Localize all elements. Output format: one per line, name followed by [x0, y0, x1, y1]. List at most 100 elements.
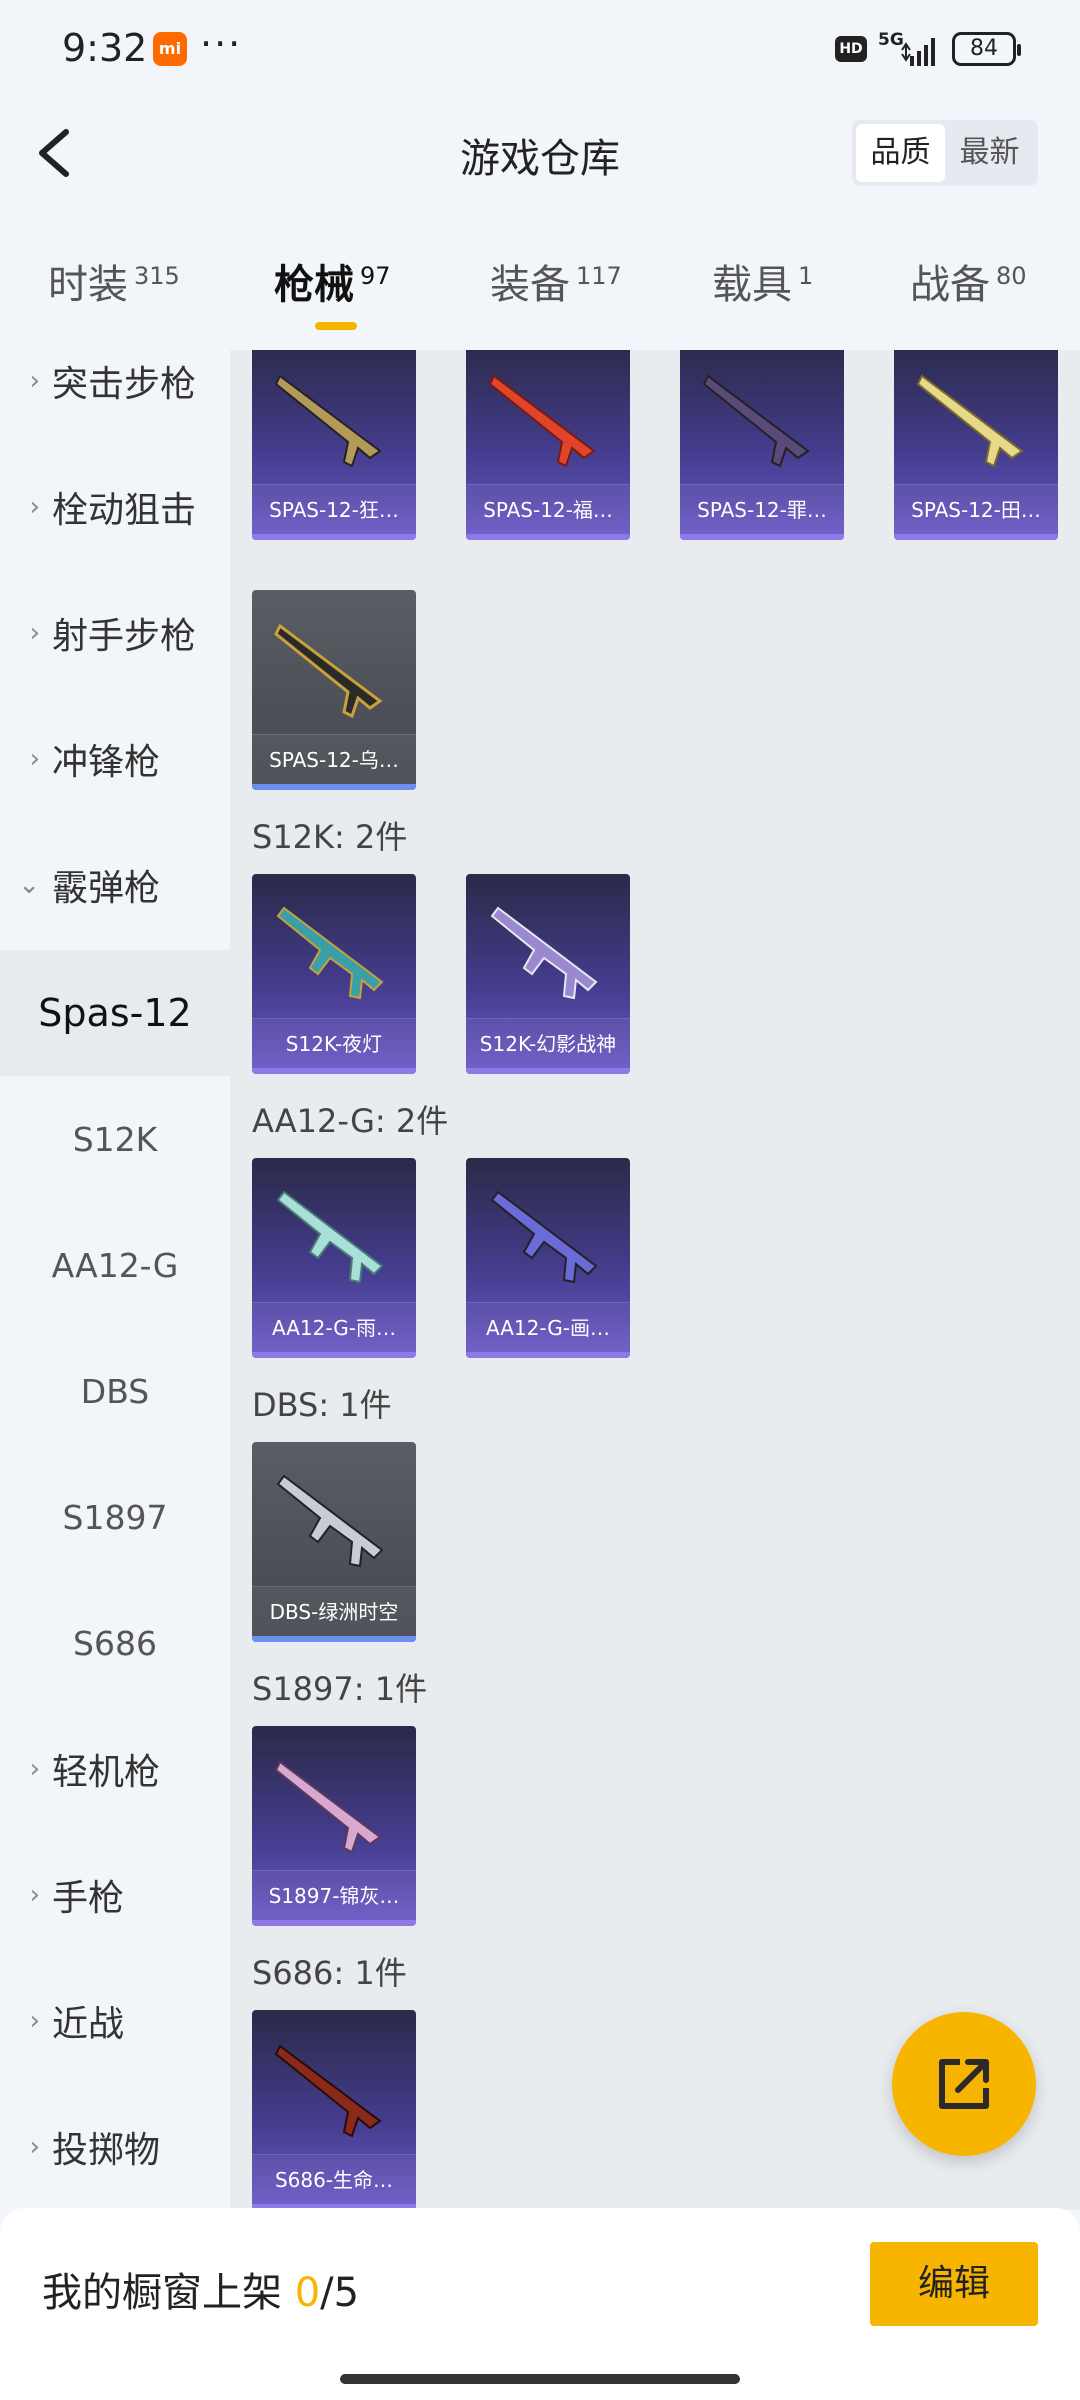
showcase-count-label: 我的橱窗上架 0/5	[42, 2260, 359, 2318]
sidebar-item-assault-rifle[interactable]: › 突击步枪	[0, 350, 230, 444]
sidebar-item-throwables[interactable]: › 投掷物	[0, 2084, 230, 2210]
chevron-right-icon: ›	[29, 1754, 40, 1784]
showcase-label-text: 我的橱窗上架	[42, 2270, 295, 2316]
sort-latest-option[interactable]: 最新	[945, 124, 1034, 182]
chevron-right-icon: ›	[29, 1880, 40, 1910]
sidebar-item-label: 霰弹枪	[52, 868, 161, 909]
group-label-s686: S686: 1件	[252, 1954, 407, 1992]
signal-icon	[901, 38, 935, 66]
weapon-type-sidebar: › 突击步枪 › 栓动狙击 › 射手步枪 › 冲锋枪 ⌄ 霰弹枪 Spas-12 S12K…	[0, 350, 230, 2210]
sidebar-item-bolt-sniper[interactable]: › 栓动狙击	[0, 444, 230, 570]
skin-name: SPAS-12-田…	[894, 484, 1058, 534]
tab-vehicles[interactable]: 载具 1	[712, 252, 813, 332]
showcase-bottom-bar: 我的橱窗上架 0/5 编辑	[0, 2208, 1080, 2400]
showcase-current-count: 0	[294, 2270, 321, 2316]
hd-icon: HD	[835, 36, 867, 62]
group-label-aa12-g: AA12-G: 2件	[252, 1102, 449, 1140]
tab-combat-supplies[interactable]: 战备 80	[910, 252, 1027, 332]
rarity-bar	[466, 534, 630, 540]
rarity-bar	[894, 534, 1058, 540]
rarity-bar	[252, 1068, 416, 1074]
sidebar-item-label: 轻机枪	[52, 1752, 161, 1793]
sidebar-item-s12k[interactable]: S12K	[0, 1076, 230, 1202]
skin-name: S12K-夜灯	[252, 1018, 416, 1068]
shotgun-icon	[916, 374, 1024, 468]
share-external-icon	[939, 2059, 989, 2109]
status-bar: 9:32 mi ··· HD 5G 84	[0, 0, 1080, 96]
sidebar-item-smg[interactable]: › 冲锋枪	[0, 696, 230, 822]
sidebar-item-s1897[interactable]: S1897	[0, 1454, 230, 1580]
shotgun-icon	[274, 623, 383, 719]
tab-firearms[interactable]: 枪械 97	[274, 252, 391, 332]
tab-fashion[interactable]: 时装 315	[48, 252, 180, 332]
rifle-icon	[490, 906, 598, 1000]
rarity-bar	[252, 1636, 416, 1642]
tab-label: 装备	[490, 262, 570, 308]
rarity-bar	[252, 784, 416, 790]
shotgun-icon	[274, 2044, 382, 2138]
skin-card[interactable]: AA12-G-雨…	[252, 1158, 416, 1358]
more-notifications-icon: ···	[200, 22, 243, 66]
rifle-icon	[276, 1474, 384, 1568]
skin-card[interactable]: S686-生命…	[252, 2010, 416, 2210]
chevron-right-icon: ›	[29, 2132, 40, 2162]
skin-card[interactable]: SPAS-12-狂…	[252, 350, 416, 540]
rifle-icon	[276, 1190, 384, 1284]
tab-label: 战备	[910, 262, 990, 308]
tab-count: 117	[576, 261, 622, 290]
sidebar-item-s686[interactable]: S686	[0, 1580, 230, 1706]
skin-name: DBS-绿洲时空	[252, 1586, 416, 1636]
edit-button[interactable]: 编辑	[870, 2242, 1038, 2326]
sidebar-item-dbs[interactable]: DBS	[0, 1328, 230, 1454]
battery-icon: 84	[952, 32, 1021, 66]
home-indicator[interactable]	[340, 2374, 740, 2384]
chevron-right-icon: ›	[29, 2006, 40, 2036]
shotgun-icon	[274, 374, 382, 468]
sidebar-item-aa12-g[interactable]: AA12-G	[0, 1202, 230, 1328]
skin-name: SPAS-12-罪…	[680, 484, 844, 534]
sidebar-item-pistol[interactable]: › 手枪	[0, 1832, 230, 1958]
skin-name: S686-生命…	[252, 2154, 416, 2204]
skin-card[interactable]: SPAS-12-田…	[894, 350, 1058, 540]
status-time: 9:32	[62, 26, 148, 70]
skin-card[interactable]: S1897-锦灰…	[252, 1726, 416, 1926]
rarity-bar	[252, 1352, 416, 1358]
sort-toggle: 品质 最新	[852, 120, 1038, 186]
skin-name: SPAS-12-狂…	[252, 484, 416, 534]
skin-card[interactable]: S12K-夜灯	[252, 874, 416, 1074]
chevron-right-icon: ›	[29, 744, 40, 774]
skin-card[interactable]: SPAS-12-福…	[466, 350, 630, 540]
sidebar-item-shotgun[interactable]: ⌄ 霰弹枪	[0, 822, 230, 948]
skin-card[interactable]: SPAS-12-乌…	[252, 590, 416, 790]
rarity-bar	[466, 1068, 630, 1074]
group-label-s12k: S12K: 2件	[252, 818, 408, 856]
rarity-bar	[466, 1352, 630, 1358]
chevron-right-icon: ›	[29, 366, 40, 396]
sidebar-item-label: 射手步枪	[52, 616, 197, 657]
sidebar-item-label: 手枪	[52, 1878, 125, 1919]
rarity-bar	[680, 534, 844, 540]
sidebar-item-lmg[interactable]: › 轻机枪	[0, 1706, 230, 1832]
sidebar-item-marksman-rifle[interactable]: › 射手步枪	[0, 570, 230, 696]
sidebar-item-label: 突击步枪	[52, 364, 197, 405]
tab-equipment[interactable]: 装备 117	[490, 252, 622, 332]
share-fab-button[interactable]	[892, 2012, 1036, 2156]
shotgun-icon	[702, 374, 810, 468]
group-label-dbs: DBS: 1件	[252, 1386, 392, 1424]
tab-count: 315	[134, 261, 180, 290]
skin-name: S12K-幻影战神	[466, 1018, 630, 1068]
sidebar-item-spas-12[interactable]: Spas-12	[0, 950, 230, 1076]
chevron-right-icon: ›	[29, 618, 40, 648]
tab-label: 时装	[48, 262, 128, 308]
skin-name: SPAS-12-福…	[466, 484, 630, 534]
tab-count: 80	[996, 261, 1027, 290]
weapon-skin-grid: SPAS-12-狂… SPAS-12-福… SPAS-12-罪… SPAS-12…	[230, 350, 1080, 2210]
skin-card[interactable]: DBS-绿洲时空	[252, 1442, 416, 1642]
sort-quality-option[interactable]: 品质	[856, 124, 945, 182]
skin-card[interactable]: AA12-G-画…	[466, 1158, 630, 1358]
sidebar-item-melee[interactable]: › 近战	[0, 1958, 230, 2084]
rarity-bar	[252, 1920, 416, 1926]
skin-card[interactable]: S12K-幻影战神	[466, 874, 630, 1074]
skin-card[interactable]: SPAS-12-罪…	[680, 350, 844, 540]
shotgun-icon	[274, 1760, 382, 1854]
